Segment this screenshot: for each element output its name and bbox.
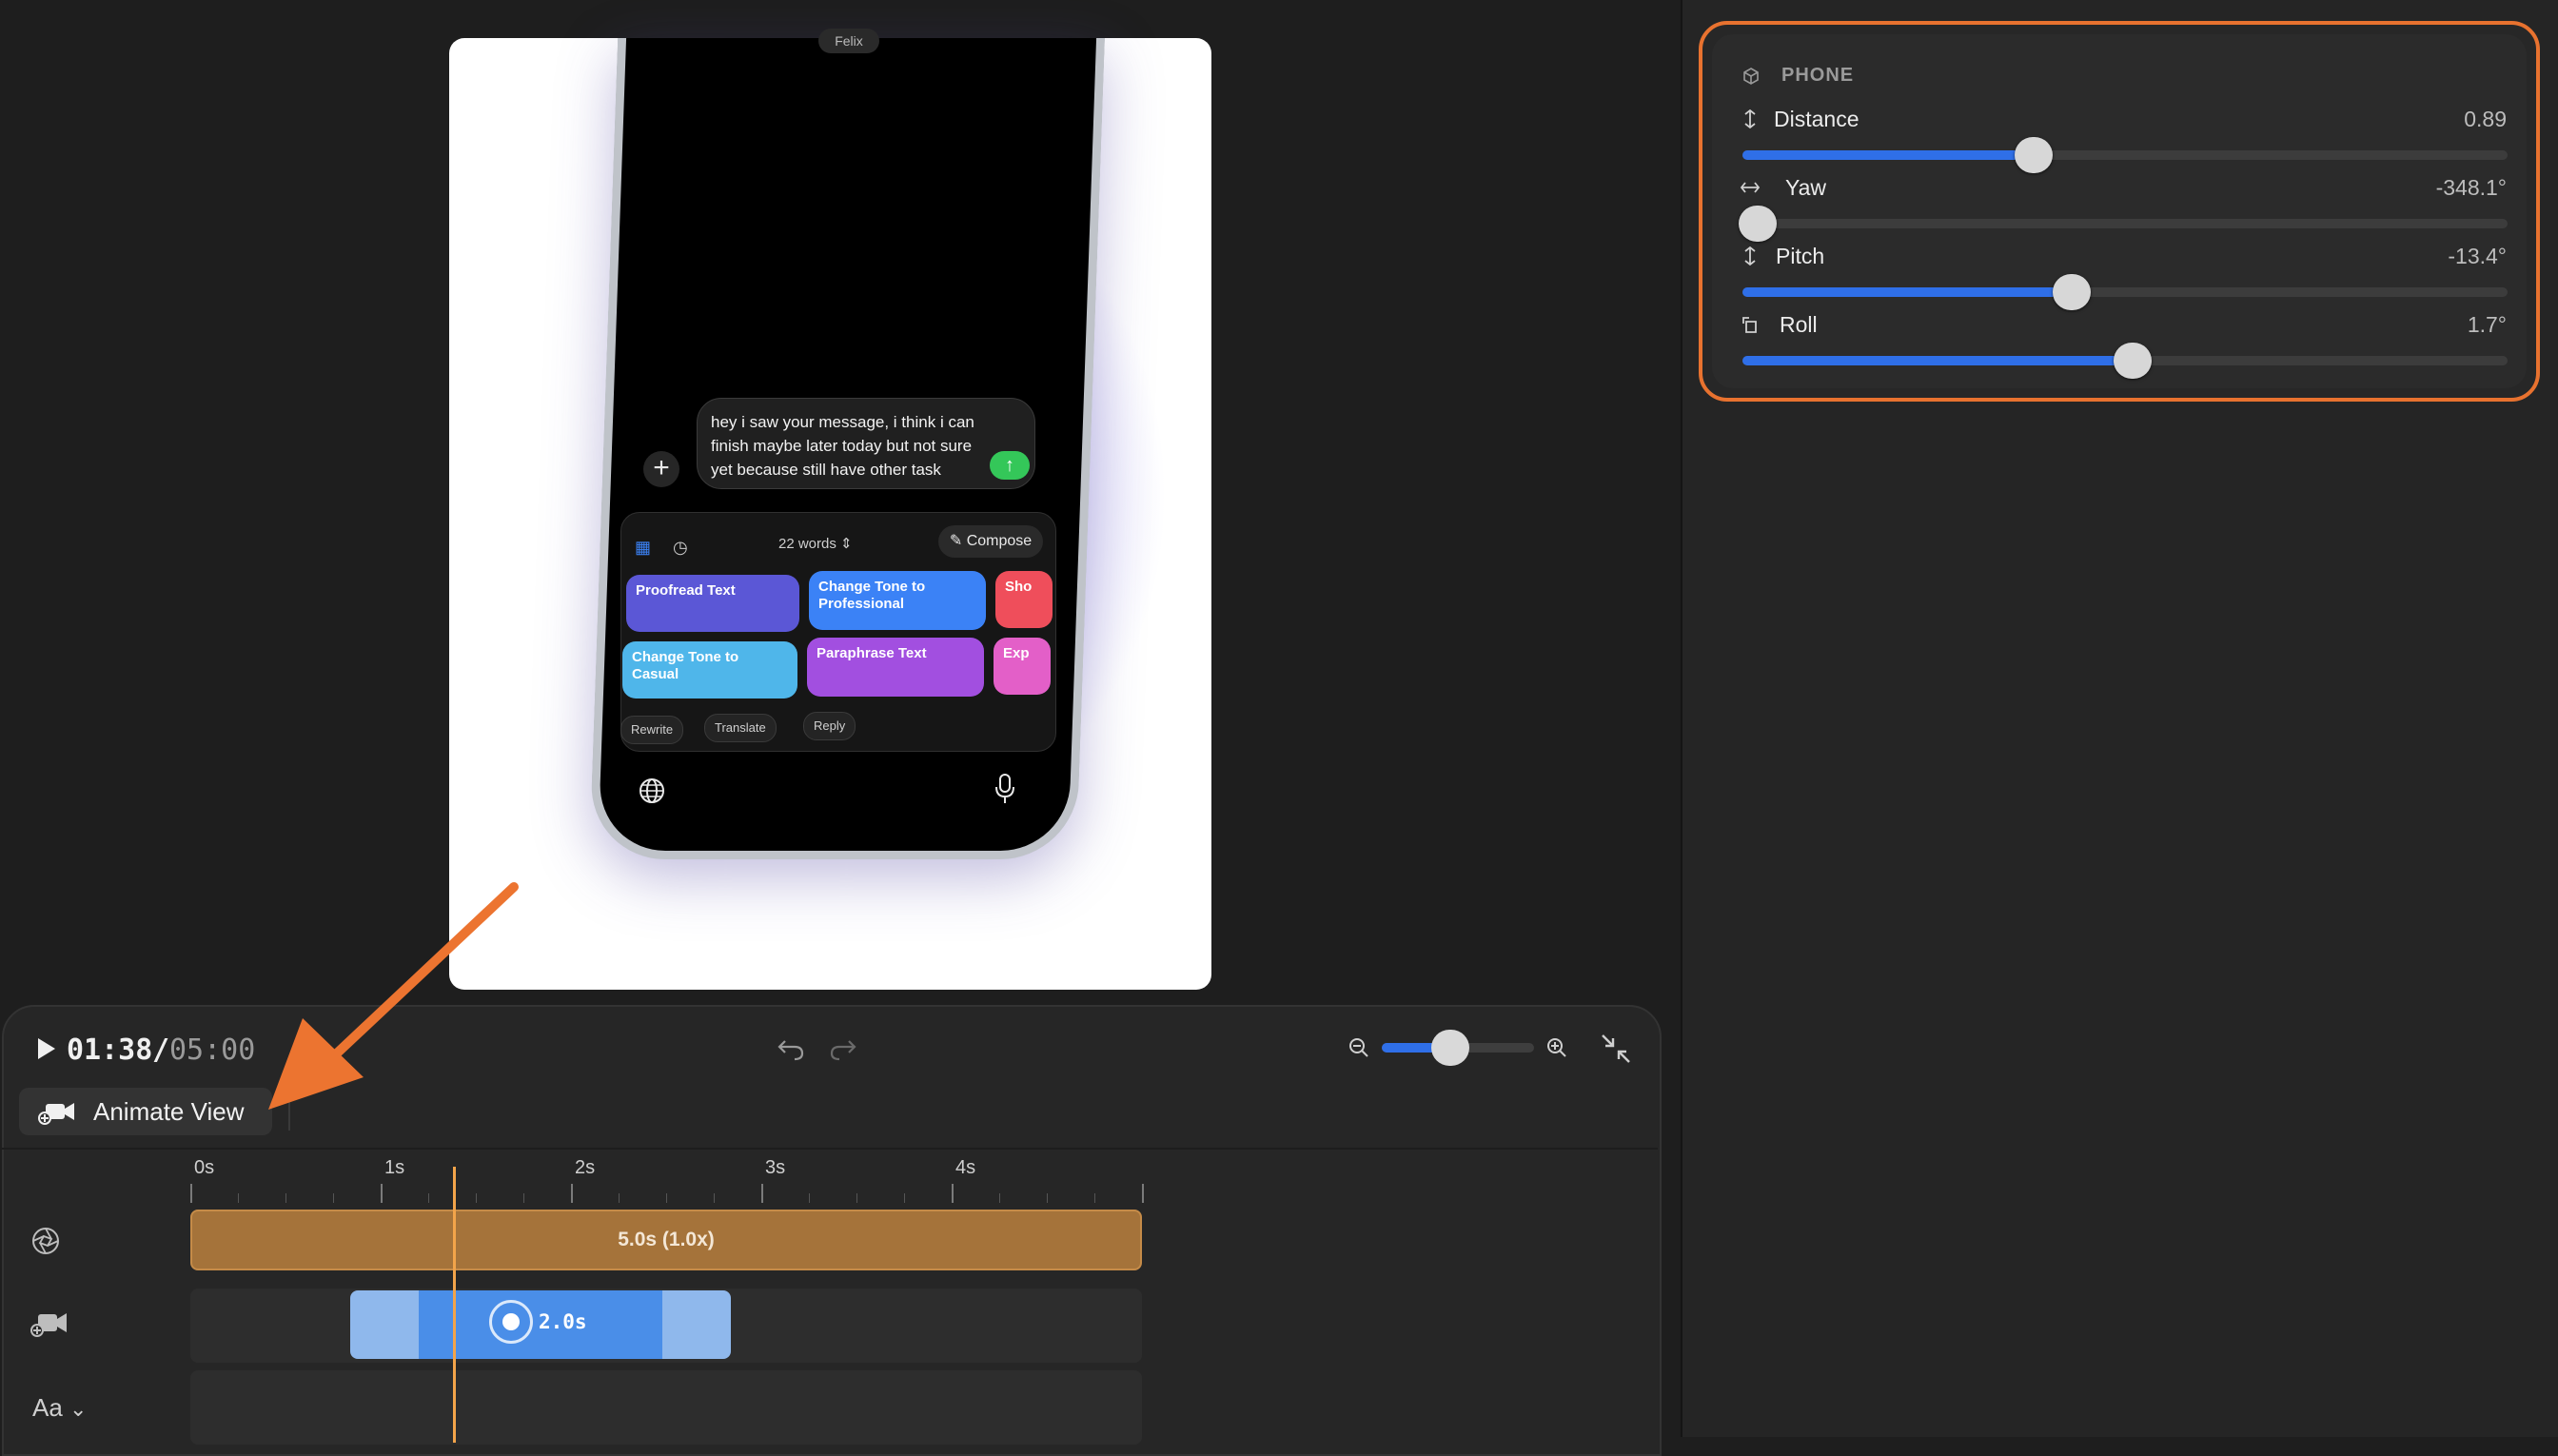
ruler-tick bbox=[952, 1184, 954, 1203]
play-icon[interactable] bbox=[32, 1035, 59, 1062]
action-explain[interactable]: Exp bbox=[994, 638, 1051, 695]
compose-button[interactable]: ✎ Compose bbox=[938, 525, 1043, 558]
current-time: 01:38 bbox=[67, 1033, 153, 1067]
action-paraphrase-text[interactable]: Paraphrase Text bbox=[807, 638, 984, 697]
prop-label: Yaw bbox=[1785, 175, 1827, 200]
globe-icon[interactable] bbox=[638, 777, 666, 805]
distance-slider[interactable] bbox=[1742, 137, 2508, 173]
prop-roll: Roll 1.7° bbox=[1740, 310, 2507, 343]
slider-thumb[interactable] bbox=[1739, 206, 1778, 242]
reply-chip[interactable]: Reply bbox=[803, 712, 856, 740]
ruler-tick bbox=[761, 1184, 763, 1203]
aperture-icon[interactable] bbox=[29, 1224, 63, 1258]
ruler-tick-label: 4s bbox=[955, 1157, 976, 1178]
prop-value: -13.4° bbox=[2448, 244, 2507, 268]
word-count[interactable]: 22 words ⇕ bbox=[778, 535, 853, 552]
pitch-slider[interactable] bbox=[1742, 274, 2508, 310]
rewrite-chip[interactable]: Rewrite bbox=[620, 716, 684, 744]
animate-view-button[interactable]: Animate View bbox=[19, 1088, 272, 1135]
action-proofread-text[interactable]: Proofread Text bbox=[626, 575, 799, 632]
total-time: 05:00 bbox=[169, 1033, 256, 1067]
ruler-tick-label: 2s bbox=[575, 1157, 596, 1178]
prop-value: 1.7° bbox=[2467, 312, 2507, 337]
ruler-tick bbox=[571, 1184, 573, 1203]
prop-value: 0.89 bbox=[2464, 107, 2507, 131]
rotate-icon bbox=[1742, 317, 1757, 333]
prop-label: Roll bbox=[1780, 312, 1818, 337]
video-camera-add-icon[interactable] bbox=[29, 1306, 69, 1340]
keyframe-handle[interactable] bbox=[489, 1300, 533, 1344]
ruler-minor-tick bbox=[856, 1193, 857, 1203]
ruler-minor-tick bbox=[238, 1193, 239, 1203]
send-button[interactable]: ↑ bbox=[990, 451, 1030, 480]
ruler-minor-tick bbox=[523, 1193, 524, 1203]
contact-name: Felix bbox=[818, 29, 879, 53]
text-track-toggle[interactable]: Aa ⌄ bbox=[32, 1393, 87, 1423]
action-tone-professional[interactable]: Change Tone to Professional bbox=[809, 571, 986, 630]
ruler-minor-tick bbox=[285, 1193, 286, 1203]
text-track bbox=[190, 1370, 1142, 1445]
ruler-minor-tick bbox=[904, 1193, 905, 1203]
prop-distance: Distance 0.89 bbox=[1740, 105, 2507, 137]
vertical-arrows-icon bbox=[1744, 246, 1756, 266]
ruler-minor-tick bbox=[619, 1193, 620, 1203]
horizontal-arrows-icon bbox=[1740, 182, 1761, 193]
annotation-arrow bbox=[268, 882, 519, 1110]
ruler-tick-label: 0s bbox=[194, 1157, 215, 1178]
collapse-icon[interactable] bbox=[1599, 1032, 1633, 1066]
prop-yaw: Yaw -348.1° bbox=[1740, 173, 2507, 206]
yaw-slider[interactable] bbox=[1739, 206, 2508, 242]
add-attachment-button[interactable]: + bbox=[643, 451, 679, 487]
ruler-minor-tick bbox=[999, 1193, 1000, 1203]
action-tone-casual[interactable]: Change Tone to Casual bbox=[622, 641, 797, 698]
ruler-minor-tick bbox=[428, 1193, 429, 1203]
ruler-minor-tick bbox=[333, 1193, 334, 1203]
ruler-tick-label: 1s bbox=[384, 1157, 405, 1178]
translate-chip[interactable]: Translate bbox=[704, 714, 777, 742]
cube-icon bbox=[1743, 68, 1759, 85]
prop-label: Distance bbox=[1774, 107, 1859, 131]
action-shorten[interactable]: Sho bbox=[995, 571, 1053, 628]
slider-thumb[interactable] bbox=[2114, 343, 2153, 379]
main-video-clip[interactable]: 5.0s (1.0x) bbox=[190, 1210, 1142, 1270]
playhead[interactable] bbox=[453, 1167, 456, 1443]
microphone-icon[interactable] bbox=[994, 773, 1016, 805]
ruler-tick bbox=[1142, 1184, 1144, 1203]
roll-slider[interactable] bbox=[1742, 343, 2508, 379]
ruler-minor-tick bbox=[809, 1193, 810, 1203]
animate-view-label: Animate View bbox=[93, 1097, 245, 1126]
prop-pitch: Pitch -13.4° bbox=[1740, 242, 2507, 274]
prop-value: -348.1° bbox=[2435, 175, 2507, 200]
animation-clip-duration: 2.0s bbox=[539, 1310, 587, 1333]
slider-thumb[interactable] bbox=[2014, 137, 2053, 173]
ruler-minor-tick bbox=[714, 1193, 715, 1203]
ruler-tick bbox=[190, 1184, 192, 1203]
ruler-minor-tick bbox=[476, 1193, 477, 1203]
slider-thumb[interactable] bbox=[1431, 1030, 1469, 1066]
video-camera-icon bbox=[38, 1103, 74, 1125]
prop-label: Pitch bbox=[1776, 244, 1825, 268]
ruler-minor-tick bbox=[666, 1193, 667, 1203]
undo-icon[interactable] bbox=[776, 1035, 806, 1062]
zoom-out-icon[interactable] bbox=[1348, 1036, 1370, 1059]
ruler-tick-label: 3s bbox=[765, 1157, 786, 1178]
section-title-phone: PHONE bbox=[1781, 65, 1855, 86]
timeline-zoom-slider[interactable] bbox=[1382, 1030, 1534, 1066]
grid-icon[interactable]: ▦ bbox=[635, 538, 656, 559]
time-separator: / bbox=[152, 1033, 170, 1067]
zoom-in-icon[interactable] bbox=[1545, 1036, 1568, 1059]
vertical-arrows-icon bbox=[1744, 108, 1756, 129]
slider-thumb[interactable] bbox=[2052, 274, 2091, 310]
ruler-tick bbox=[381, 1184, 383, 1203]
clock-icon[interactable]: ◷ bbox=[673, 538, 694, 559]
ruler-minor-tick bbox=[1094, 1193, 1095, 1203]
animation-clip[interactable]: 2.0s bbox=[350, 1290, 731, 1359]
ruler-minor-tick bbox=[1047, 1193, 1048, 1203]
message-input[interactable]: hey i saw your message, i think i can fi… bbox=[697, 398, 1035, 489]
ruler-divider bbox=[2, 1148, 1658, 1150]
redo-icon[interactable] bbox=[828, 1035, 858, 1062]
